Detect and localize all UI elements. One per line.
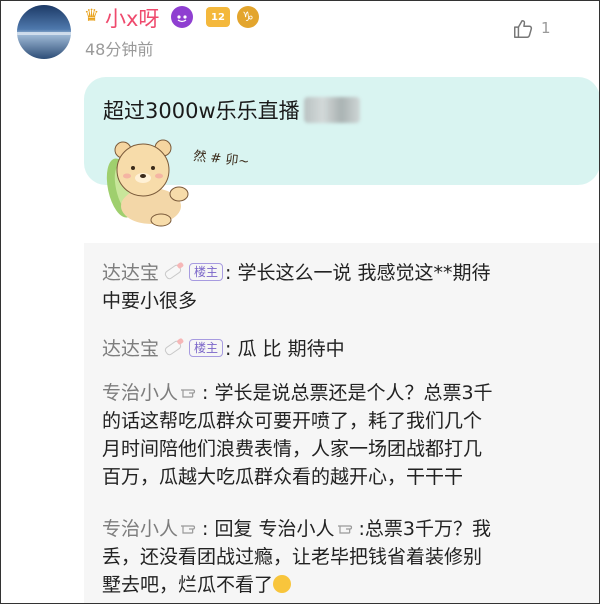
reply-text: 月时间陪他们浪费表情，人家一场团战都打几	[102, 438, 483, 460]
reply-item[interactable]: 专治小人: 回复 专治小人 :总票3千万？我 丢，还没看团战过瘾，让老毕把钱省着装…	[102, 515, 580, 599]
reply-text: 墅去吧，烂瓜不看了	[102, 574, 274, 596]
devil-badge-icon	[171, 6, 193, 28]
bear-sticker: 然 # 卯~	[106, 139, 250, 227]
op-tag: 楼主	[189, 339, 224, 357]
reply-text: 瓜 比 期待中	[237, 338, 345, 360]
reply-separator: :	[225, 338, 232, 360]
pointing-hand-icon	[337, 525, 352, 534]
comment-thread: ♛ 小x呀 12 ♑ 48分钟前 1 超过3000w乐乐直播 然 # 卯~ 达达…	[0, 0, 600, 604]
baby-bottle-icon	[164, 262, 184, 280]
reply-text: 丢，还没看团战过瘾，让老毕把钱省着装修别	[102, 546, 483, 568]
level-badge: 12	[206, 7, 230, 27]
blurred-text	[303, 97, 360, 123]
avatar-horizon	[17, 32, 71, 35]
reply-text: 百万，瓜越大吃瓜群众看的越开心，干干干	[102, 466, 464, 488]
reply-text: 学长这么一说 我感觉这**期待	[237, 262, 491, 284]
comment-text-row: 超过3000w乐乐直播	[103, 95, 360, 125]
sticker-caption: 然 # 卯~	[193, 148, 250, 170]
reply-separator: :	[225, 262, 232, 284]
op-tag: 楼主	[189, 263, 224, 281]
capricorn-badge-icon: ♑	[237, 6, 259, 28]
reply-separator: :	[202, 382, 209, 404]
reply-author[interactable]: 达达宝	[102, 338, 159, 360]
cringe-emoji-icon	[273, 575, 292, 593]
reply-item[interactable]: 达达宝 楼主: 学长这么一说 我感觉这**期待 中要小很多	[102, 259, 580, 315]
reply-item[interactable]: 专治小人: 学长是说总票还是个人？总票3千 的话这帮吃瓜群众可要开喷了，耗了我们…	[102, 379, 580, 491]
reply-text: :总票3千万？我	[358, 518, 492, 540]
comment-timestamp: 48分钟前	[85, 40, 154, 59]
reply-text: 回复 专治小人	[214, 518, 335, 540]
reply-text: 中要小很多	[102, 290, 198, 312]
reply-text: 学长是说总票还是个人？总票3千	[214, 382, 493, 404]
comment-text: 超过3000w乐乐直播	[103, 99, 300, 123]
reply-author[interactable]: 专治小人	[102, 518, 178, 540]
reply-author[interactable]: 专治小人	[102, 382, 178, 404]
reply-item[interactable]: 达达宝 楼主: 瓜 比 期待中	[102, 335, 580, 363]
crown-icon: ♛	[84, 6, 100, 26]
reply-text: 的话这帮吃瓜群众可要开喷了，耗了我们几个	[102, 410, 483, 432]
like-count: 1	[541, 19, 551, 37]
pointing-hand-icon	[181, 389, 196, 398]
pointing-hand-icon	[181, 525, 196, 534]
reply-separator: :	[202, 518, 209, 540]
avatar[interactable]	[17, 5, 71, 59]
username[interactable]: 小x呀	[105, 3, 159, 33]
thumbs-up-icon[interactable]	[512, 18, 534, 40]
reply-author[interactable]: 达达宝	[102, 262, 159, 284]
baby-bottle-icon	[164, 338, 184, 356]
